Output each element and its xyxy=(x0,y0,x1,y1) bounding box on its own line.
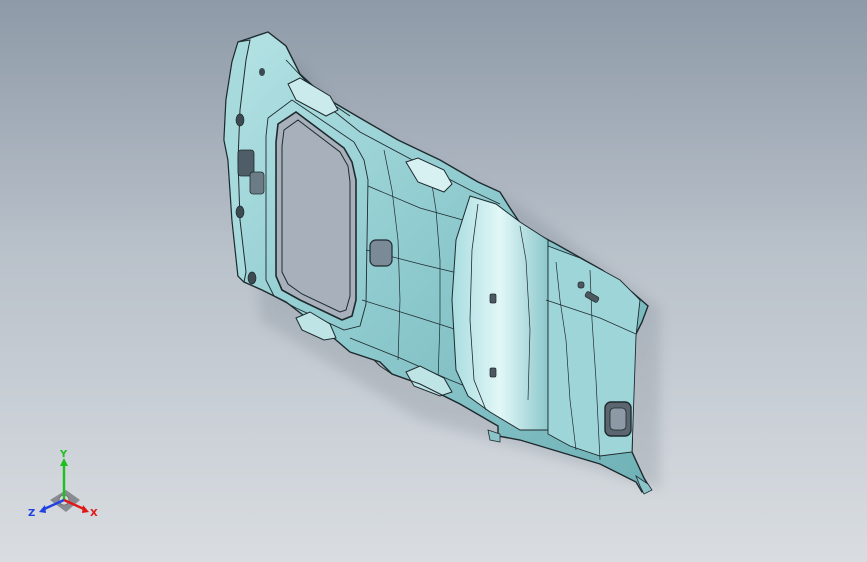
mount-hole xyxy=(247,271,257,285)
clip-slot xyxy=(489,293,497,304)
mount-hole xyxy=(235,205,245,219)
mount-hole xyxy=(235,113,245,127)
front-clip-slot xyxy=(249,171,265,195)
rear-light-cutout-inner xyxy=(609,407,627,431)
z-axis-head xyxy=(39,505,46,513)
x-axis-label: X xyxy=(90,508,98,519)
x-axis-head xyxy=(82,505,89,513)
z-axis-label: Z xyxy=(28,508,35,519)
y-axis-label: Y xyxy=(59,449,68,460)
headliner-model[interactable] xyxy=(0,0,867,562)
dome-light-cutout[interactable] xyxy=(369,239,393,267)
orientation-triad[interactable]: Y X Z xyxy=(22,446,106,530)
graphics-viewport[interactable]: Y X Z xyxy=(0,0,867,562)
mount-hole xyxy=(259,68,265,76)
clip-slot xyxy=(577,281,585,289)
clip-slot xyxy=(489,367,497,378)
